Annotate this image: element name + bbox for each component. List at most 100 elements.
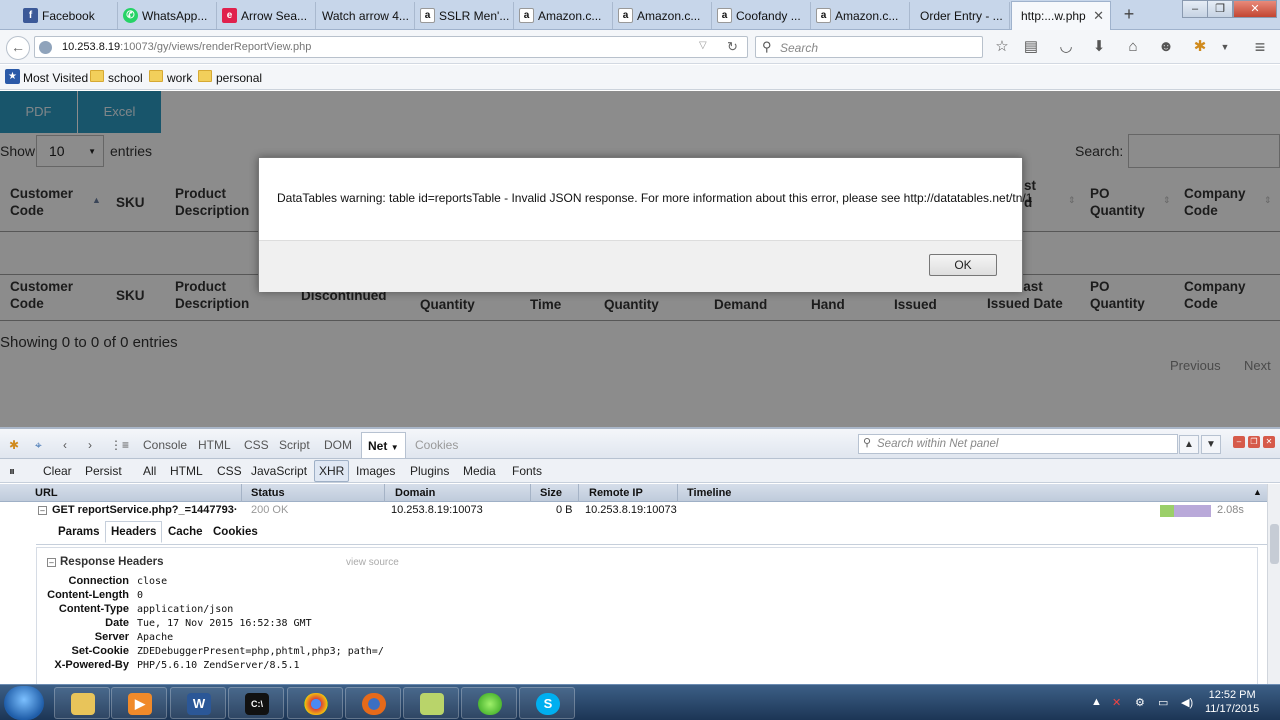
- tab-amazon-2[interactable]: a Amazon.c...: [613, 2, 712, 29]
- firebug-logo-icon[interactable]: ✱: [9, 438, 19, 452]
- taskbar-skype[interactable]: S: [519, 687, 575, 719]
- filter-html[interactable]: HTML: [170, 464, 203, 478]
- taskbar-explorer[interactable]: [54, 687, 110, 719]
- taskbar-media-player[interactable]: ▶: [111, 687, 167, 719]
- firebug-icon[interactable]: ✱: [1191, 38, 1209, 56]
- reload-icon[interactable]: ↻: [727, 39, 738, 55]
- url-dropdown-icon[interactable]: ▽: [699, 40, 707, 51]
- taskbar-word[interactable]: W: [170, 687, 226, 719]
- subtab-cookies[interactable]: Cookies: [213, 526, 258, 538]
- view-source-link[interactable]: view source: [346, 557, 399, 568]
- panel-dom[interactable]: DOM: [324, 438, 352, 452]
- close-window-button[interactable]: ✕: [1233, 0, 1277, 18]
- col-size[interactable]: Size: [540, 487, 562, 499]
- tab-sslr[interactable]: a SSLR Men'...: [415, 2, 514, 29]
- tab-whatsapp[interactable]: ✆ WhatsApp...: [118, 2, 217, 29]
- filter-css[interactable]: CSS: [217, 464, 242, 478]
- col-url[interactable]: URL: [35, 487, 58, 499]
- system-clock[interactable]: 12:52 PM 11/17/2015: [1205, 688, 1259, 716]
- collapse-icon[interactable]: –: [38, 506, 47, 515]
- filter-javascript[interactable]: JavaScript: [251, 464, 307, 478]
- tray-expand-icon[interactable]: ▲: [1091, 696, 1102, 708]
- tab-order-entry[interactable]: Order Entry - ...: [910, 2, 1010, 29]
- panel-cookies[interactable]: Cookies: [415, 438, 458, 452]
- new-tab-button[interactable]: +: [1119, 4, 1139, 24]
- tray-volume-icon[interactable]: ◀): [1181, 696, 1193, 709]
- tab-arrow-search[interactable]: e Arrow Sea...: [217, 2, 316, 29]
- columns-menu-icon[interactable]: ▲: [1253, 487, 1262, 497]
- tab-amazon-3[interactable]: a Amazon.c...: [811, 2, 910, 29]
- firebug-close-icon[interactable]: ✕: [1263, 436, 1275, 448]
- taskbar-green-app[interactable]: [461, 687, 517, 719]
- chat-icon[interactable]: ☻: [1157, 38, 1175, 56]
- close-tab-icon[interactable]: ✕: [1093, 8, 1104, 24]
- ok-button[interactable]: OK: [929, 254, 997, 276]
- tab-coofandy[interactable]: a Coofandy ...: [712, 2, 811, 29]
- col-domain[interactable]: Domain: [395, 487, 435, 499]
- address-bar[interactable]: 10.253.8.19:10073/gy/views/renderReportV…: [34, 36, 748, 58]
- bookmark-folder-school[interactable]: school: [90, 70, 143, 85]
- filter-media[interactable]: Media: [463, 464, 496, 478]
- taskbar-cmd[interactable]: C:\: [228, 687, 284, 719]
- collapse-icon[interactable]: –: [47, 558, 56, 567]
- firebug-minimize-icon[interactable]: –: [1233, 436, 1245, 448]
- tray-app-icon[interactable]: ⚙: [1135, 696, 1145, 709]
- net-panel-scrollbar[interactable]: [1267, 484, 1280, 686]
- bookmark-star-icon[interactable]: ☆: [993, 38, 1011, 56]
- tab-watch-arrow[interactable]: Watch arrow 4...: [316, 2, 415, 29]
- tab-label: http:...w.php: [1021, 9, 1086, 23]
- filter-images[interactable]: Images: [356, 464, 395, 478]
- bookmark-most-visited[interactable]: ★ Most Visited: [5, 69, 88, 85]
- firebug-detach-icon[interactable]: ❐: [1248, 436, 1260, 448]
- download-icon[interactable]: ⬇: [1090, 38, 1108, 56]
- inspect-icon[interactable]: ⌖: [35, 438, 42, 453]
- chevron-left-icon[interactable]: ‹: [63, 438, 67, 452]
- filter-plugins[interactable]: Plugins: [410, 464, 449, 478]
- bookmark-folder-personal[interactable]: personal: [198, 70, 262, 85]
- filter-fonts[interactable]: Fonts: [512, 464, 542, 478]
- tab-facebook[interactable]: f Facebook: [18, 2, 118, 29]
- scrollbar-thumb[interactable]: [1270, 524, 1279, 564]
- net-request-row[interactable]: – GET reportService.php?_=1447793· 200 O…: [0, 502, 1268, 519]
- taskbar-notepad[interactable]: [403, 687, 459, 719]
- search-prev-button[interactable]: ▲: [1179, 435, 1199, 454]
- pocket-icon[interactable]: ◡: [1057, 38, 1075, 56]
- col-status[interactable]: Status: [251, 487, 285, 499]
- site-info-icon[interactable]: [39, 41, 52, 54]
- command-line-icon[interactable]: ⋮≡: [110, 438, 129, 452]
- net-search-input[interactable]: ⚲ Search within Net panel: [858, 434, 1178, 454]
- subtab-params[interactable]: Params: [58, 526, 100, 538]
- menu-icon[interactable]: ≡: [1251, 38, 1269, 56]
- tab-active-report[interactable]: http:...w.php ✕: [1011, 1, 1111, 30]
- home-icon[interactable]: ⌂: [1124, 38, 1142, 56]
- subtab-headers[interactable]: Headers: [105, 521, 163, 543]
- panel-css[interactable]: CSS: [244, 438, 269, 452]
- subtab-cache[interactable]: Cache: [168, 526, 203, 538]
- tab-amazon-1[interactable]: a Amazon.c...: [514, 2, 613, 29]
- tray-monitor-icon[interactable]: ▭: [1158, 696, 1168, 709]
- bookmark-folder-work[interactable]: work: [149, 70, 192, 85]
- filter-clear[interactable]: Clear: [43, 464, 72, 478]
- filter-persist[interactable]: Persist: [85, 464, 122, 478]
- filter-xhr[interactable]: XHR: [314, 460, 350, 482]
- search-next-button[interactable]: ▼: [1201, 435, 1221, 454]
- panel-html[interactable]: HTML: [198, 438, 231, 452]
- firebug-dropdown-icon[interactable]: ▼: [1216, 38, 1234, 56]
- start-button[interactable]: [4, 686, 44, 720]
- minimize-window-button[interactable]: –: [1182, 0, 1208, 18]
- taskbar-chrome[interactable]: [287, 687, 343, 719]
- col-timeline[interactable]: Timeline: [687, 487, 731, 499]
- panel-console[interactable]: Console: [143, 438, 187, 452]
- panel-net[interactable]: Net ▼: [361, 432, 406, 458]
- filter-all[interactable]: All: [143, 464, 156, 478]
- taskbar-firefox[interactable]: [345, 687, 401, 719]
- restore-window-button[interactable]: ❐: [1207, 0, 1233, 18]
- net-pause-icon[interactable]: ⏸: [9, 464, 15, 479]
- web-search-input[interactable]: ⚲ Search: [755, 36, 983, 58]
- chevron-right-icon[interactable]: ›: [88, 438, 92, 452]
- reading-list-icon[interactable]: ▤: [1022, 38, 1040, 56]
- back-button[interactable]: ←: [6, 36, 30, 60]
- tray-network-icon[interactable]: ✕: [1112, 696, 1121, 709]
- panel-script[interactable]: Script: [279, 438, 310, 452]
- col-remote-ip[interactable]: Remote IP: [589, 487, 643, 499]
